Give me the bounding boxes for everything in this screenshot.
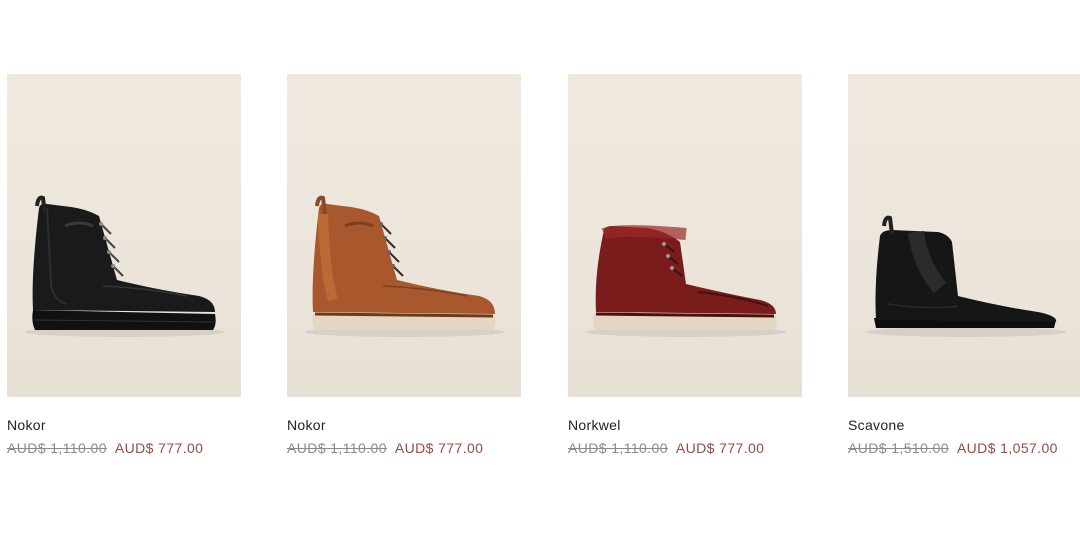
- product-image[interactable]: [568, 74, 802, 397]
- sale-price: AUD$ 777.00: [394, 440, 484, 456]
- sale-price: AUD$ 777.00: [114, 440, 204, 456]
- product-price: AUD$ 1,510.00 AUD$ 1,057.00: [848, 440, 1080, 456]
- product-card[interactable]: Nokor AUD$ 1,110.00 AUD$ 777.00: [287, 74, 521, 456]
- sale-price: AUD$ 777.00: [675, 440, 765, 456]
- original-price: AUD$ 1,110.00: [568, 440, 668, 456]
- product-card[interactable]: Nokor AUD$ 1,110.00 AUD$ 777.00: [7, 74, 241, 456]
- original-price: AUD$ 1,510.00: [848, 440, 949, 456]
- product-name[interactable]: Nokor: [7, 417, 241, 433]
- burgundy-leather-boot-icon: [586, 225, 786, 337]
- product-grid: Nokor AUD$ 1,110.00 AUD$ 777.00 Nokor AU…: [0, 0, 1080, 535]
- product-card[interactable]: Scavone AUD$ 1,510.00 AUD$ 1,057.00: [848, 74, 1080, 456]
- black-chelsea-boot-icon: [866, 215, 1066, 337]
- original-price: AUD$ 1,110.00: [287, 440, 387, 456]
- product-name[interactable]: Norkwel: [568, 417, 802, 433]
- brown-leather-boot-icon: [305, 195, 505, 337]
- product-image[interactable]: [287, 74, 521, 397]
- product-price: AUD$ 1,110.00 AUD$ 777.00: [287, 440, 521, 456]
- black-leather-boot-icon: [25, 195, 225, 337]
- product-image[interactable]: [848, 74, 1080, 397]
- sale-price: AUD$ 1,057.00: [956, 440, 1058, 456]
- original-price: AUD$ 1,110.00: [7, 440, 107, 456]
- product-price: AUD$ 1,110.00 AUD$ 777.00: [568, 440, 802, 456]
- product-card[interactable]: Norkwel AUD$ 1,110.00 AUD$ 777.00: [568, 74, 802, 456]
- product-price: AUD$ 1,110.00 AUD$ 777.00: [7, 440, 241, 456]
- product-name[interactable]: Scavone: [848, 417, 1080, 433]
- product-image[interactable]: [7, 74, 241, 397]
- product-name[interactable]: Nokor: [287, 417, 521, 433]
